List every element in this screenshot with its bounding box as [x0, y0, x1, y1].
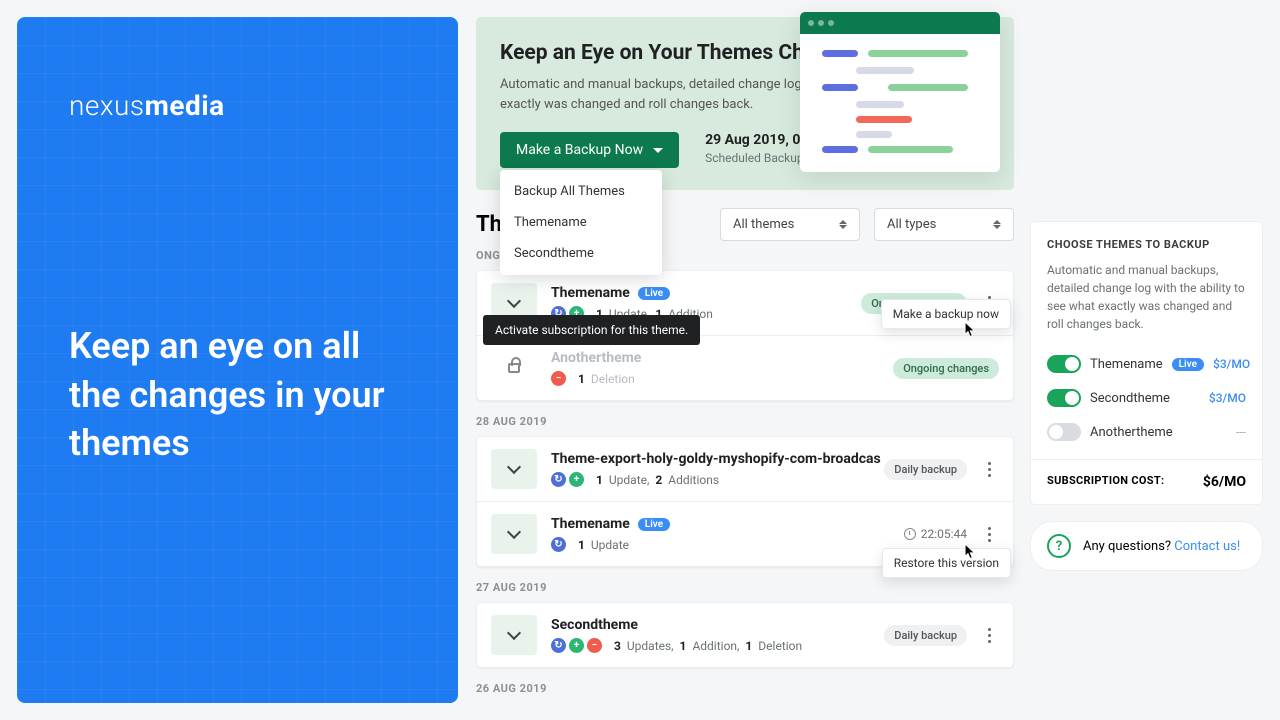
make-backup-button[interactable]: Make a Backup Now [500, 132, 679, 168]
toggle[interactable] [1047, 423, 1081, 441]
toggle[interactable] [1047, 389, 1081, 407]
ongoing-card: ThemenameLive ↻+ 1 Update, 1 Addition On… [476, 270, 1014, 401]
dropdown-item[interactable]: Secondtheme [500, 238, 662, 269]
row-menu-button[interactable] [979, 527, 999, 542]
toggle[interactable] [1047, 355, 1081, 373]
section-title: Th [476, 212, 502, 237]
lock-icon [491, 348, 537, 388]
contact-link[interactable]: Contact us! [1174, 539, 1240, 554]
chevron-down-icon [653, 148, 663, 153]
row-menu-button[interactable] [979, 628, 999, 643]
help-icon: ? [1047, 534, 1071, 558]
backup-dropdown: Backup All Themes Themename Secondtheme [500, 170, 662, 275]
row-menu-button[interactable] [979, 462, 999, 477]
tooltip: Activate subscription for this theme. [483, 315, 700, 345]
logo: nexusmedia [69, 89, 406, 122]
row-menu[interactable]: Make a backup now [881, 299, 1011, 329]
status-badge: Ongoing changes [893, 358, 999, 379]
dropdown-item[interactable]: Themename [500, 207, 662, 238]
price: --- [1236, 425, 1246, 439]
update-icon: ↻ [551, 638, 566, 653]
add-icon: + [569, 472, 584, 487]
chevron-down-icon [507, 294, 521, 308]
expand-button[interactable] [491, 615, 537, 655]
panel-title: CHOOSE THEMES TO BACKUP [1047, 238, 1246, 251]
expand-button[interactable] [491, 449, 537, 489]
group-date: 28 AUG 2019 [476, 415, 1014, 428]
update-icon: ↻ [551, 537, 566, 552]
hero-card: Keep an Eye on Your Themes Changes and B… [476, 17, 1014, 190]
group-date: 26 AUG 2019 [476, 682, 1014, 695]
cursor-icon [961, 321, 975, 339]
dropdown-item[interactable]: Backup All Themes [500, 176, 662, 207]
price: $3/MO [1213, 357, 1250, 371]
type-filter[interactable]: All types [874, 208, 1014, 241]
sort-icon [993, 220, 1001, 229]
price: $3/MO [1209, 391, 1246, 405]
table-row: ThemenameLive ↻+ 1 Update, 1 Addition On… [477, 271, 1013, 336]
status-badge: Daily backup [884, 459, 967, 480]
clock-icon [904, 528, 916, 540]
update-icon: ↻ [551, 472, 566, 487]
theme-option: Themename Live $3/MO [1047, 347, 1246, 381]
row-menu[interactable]: Restore this version [882, 548, 1011, 578]
backup-settings-panel: CHOOSE THEMES TO BACKUP Automatic and ma… [1030, 221, 1263, 505]
delete-icon: − [587, 638, 602, 653]
add-icon: + [569, 638, 584, 653]
contact-pill: ? Any questions? Contact us! [1030, 521, 1263, 571]
live-badge: Live [1172, 358, 1204, 371]
theme-option: Anothertheme --- [1047, 415, 1246, 449]
live-badge: Live [638, 518, 670, 531]
live-badge: Live [638, 287, 670, 300]
table-row: Secondtheme ↻+− 3 Updates, 1 Addition, 1… [477, 603, 1013, 667]
panel-desc: Automatic and manual backups, detailed c… [1047, 261, 1246, 333]
group-date: 27 AUG 2019 [476, 581, 1014, 594]
backup-time: 22:05:44 [904, 527, 967, 541]
theme-filter[interactable]: All themes [720, 208, 860, 241]
table-row: ThemenameLive ↻ 1 Update 22:05:44 Restor… [477, 502, 1013, 566]
cursor-icon [961, 543, 975, 561]
promo-panel: nexusmedia Keep an eye on all the change… [17, 17, 458, 703]
expand-button[interactable] [491, 514, 537, 554]
delete-icon: − [551, 371, 566, 386]
illustration [800, 12, 1000, 172]
table-row: Theme-export-holy-goldy-myshopify-com-br… [477, 437, 1013, 502]
table-row: Anothertheme − 1 Deletion Ongoing change… [477, 336, 1013, 400]
theme-option: Secondtheme $3/MO [1047, 381, 1246, 415]
cost-row: SUBSCRIPTION COST:$6/MO [1031, 459, 1262, 504]
sort-icon [839, 220, 847, 229]
tagline: Keep an eye on all the changes in your t… [69, 322, 406, 468]
status-badge: Daily backup [884, 625, 967, 646]
